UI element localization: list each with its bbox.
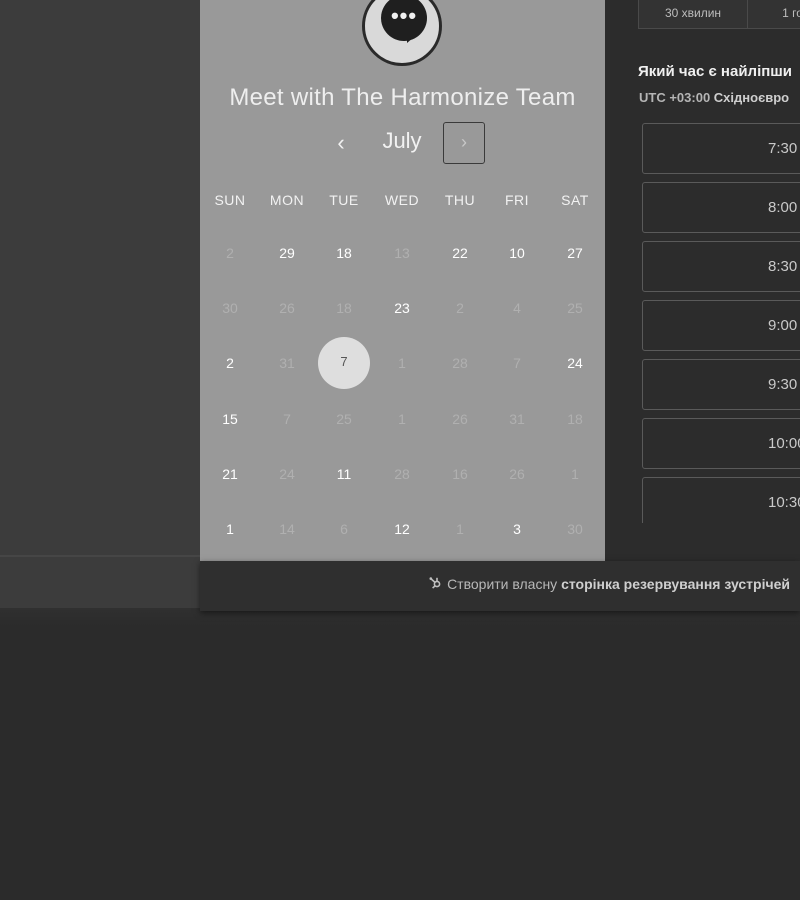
footer-bold-text: сторінка резервування зустрічей	[561, 576, 790, 592]
hubspot-icon	[429, 576, 443, 592]
duration-30-button[interactable]: 30 хвилин	[638, 0, 748, 29]
calendar-day[interactable]: 24	[549, 349, 601, 377]
timezone-offset: UTC +03:00	[639, 90, 714, 105]
company-logo: •••	[362, 0, 442, 66]
divider	[0, 555, 200, 557]
calendar-day[interactable]: 2	[204, 349, 256, 377]
calendar-day: 26	[452, 411, 468, 427]
time-question-heading: Який час є найліпши	[638, 63, 793, 80]
calendar-day: 1	[571, 466, 579, 482]
calendar-day[interactable]: 27	[549, 239, 601, 267]
calendar-day[interactable]: 21	[204, 460, 256, 488]
time-selection-panel: 30 хвилин 1 го Який час є найліпши UTC +…	[605, 0, 800, 561]
calendar-day: 25	[336, 411, 352, 427]
calendar-day: 4	[513, 300, 521, 316]
calendar-day: 18	[567, 411, 583, 427]
calendar-day: 1	[398, 355, 406, 371]
calendar-day[interactable]: 29	[261, 239, 313, 267]
time-slot-button[interactable]: 7:30	[642, 123, 800, 174]
time-slot-button[interactable]: 9:00	[642, 300, 800, 351]
calendar-day: 24	[279, 466, 295, 482]
calendar-day: 18	[336, 300, 352, 316]
timezone-name: Східноєвро	[713, 90, 790, 105]
time-slot-list: 7:30 8:00 8:30 9:00 9:30 10:00 10:30	[642, 123, 800, 523]
next-month-button[interactable]: ›	[443, 122, 485, 164]
calendar-day: 30	[567, 521, 583, 537]
chat-bubble-tail	[407, 31, 421, 43]
weekday-label: TUE	[329, 192, 359, 208]
weekday-label: FRI	[504, 192, 530, 208]
meeting-title: Meet with The Harmonize Team	[229, 84, 576, 111]
weekday-label: SUN	[214, 192, 246, 208]
calendar-day: 7	[283, 411, 291, 427]
calendar-day: 26	[279, 300, 295, 316]
calendar-day: 14	[279, 521, 295, 537]
calendar-day: 31	[279, 355, 295, 371]
weekday-label: THU	[444, 192, 476, 208]
calendar-day: 2	[226, 245, 234, 261]
time-slot-button[interactable]: 10:30	[642, 477, 800, 523]
calendar-day: 13	[394, 245, 410, 261]
calendar-day: 16	[452, 466, 468, 482]
calendar-day[interactable]: 1	[204, 515, 256, 543]
footer-bar: Створити власну сторінка резервування зу…	[200, 561, 800, 611]
calendar-day: 28	[394, 466, 410, 482]
timezone-selector[interactable]: UTC +03:00 Східноєвро	[639, 90, 789, 105]
time-slot-button[interactable]: 10:00	[642, 418, 800, 469]
page: ••• Meet with The Harmonize Team ‹ July …	[0, 0, 800, 900]
calendar-day[interactable]: 11	[318, 460, 370, 488]
create-meeting-page-link[interactable]: Створити власну сторінка резервування зу…	[429, 576, 790, 592]
time-slot-button[interactable]: 8:00	[642, 182, 800, 233]
calendar-day: 6	[340, 521, 348, 537]
calendar-day[interactable]: 23	[376, 294, 428, 322]
calendar-day[interactable]: 18	[318, 239, 370, 267]
weekday-label: MON	[269, 192, 305, 208]
weekday-label: SAT	[561, 192, 589, 208]
footer-prefix-text: Створити власну	[447, 576, 562, 592]
calendar-day: 7	[513, 355, 521, 371]
calendar-day: 26	[509, 466, 525, 482]
calendar-day: 30	[222, 300, 238, 316]
time-slot-button[interactable]: 8:30	[642, 241, 800, 292]
previous-month-button[interactable]: ‹	[330, 130, 352, 156]
selected-day[interactable]: 7	[318, 337, 370, 389]
calendar-panel: ••• Meet with The Harmonize Team ‹ July …	[200, 0, 605, 561]
calendar-day[interactable]: 12	[376, 515, 428, 543]
calendar-day: 2	[456, 300, 464, 316]
calendar-day[interactable]: 3	[491, 515, 543, 543]
calendar-day[interactable]: 22	[434, 239, 486, 267]
calendar-day[interactable]: 15	[204, 405, 256, 433]
time-slot-button[interactable]: 9:30	[642, 359, 800, 410]
calendar-day: 28	[452, 355, 468, 371]
calendar-day[interactable]: 10	[491, 239, 543, 267]
calendar-day: 1	[456, 521, 464, 537]
calendar-day: 25	[567, 300, 583, 316]
calendar-day: 31	[509, 411, 525, 427]
ellipsis-icon: •••	[390, 3, 418, 28]
calendar-day: 1	[398, 411, 406, 427]
weekday-label: WED	[384, 192, 420, 208]
month-label: July	[382, 128, 422, 153]
duration-selector: 30 хвилин 1 го	[638, 0, 800, 29]
duration-60-button[interactable]: 1 го	[748, 0, 800, 29]
